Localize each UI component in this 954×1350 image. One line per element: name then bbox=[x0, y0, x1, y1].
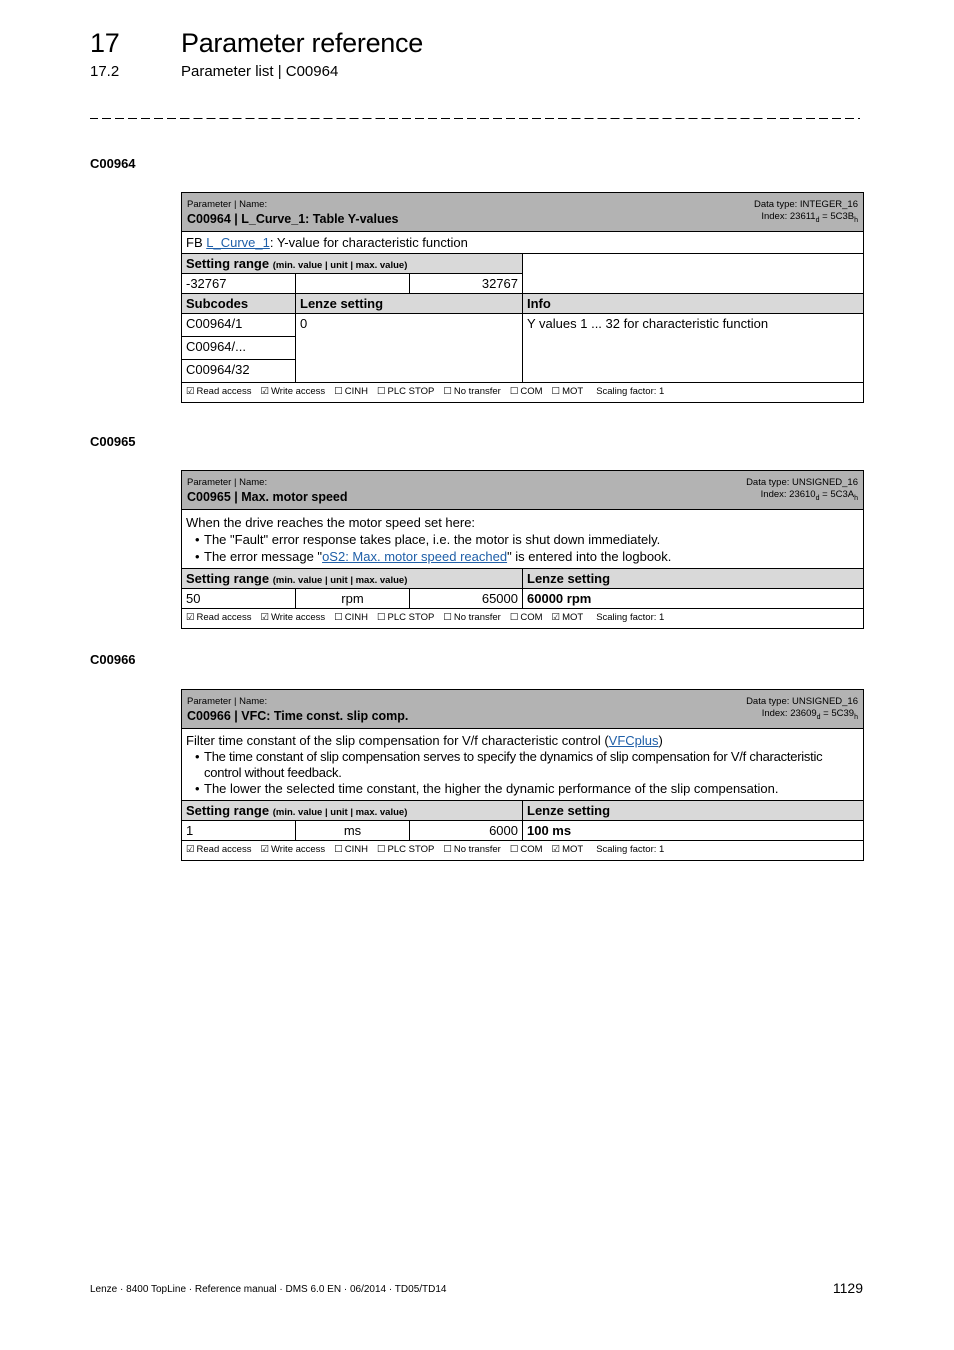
access-flags: ☑ Read access ☑ Write access ☐ CINH ☐ PLC ST… bbox=[182, 841, 863, 860]
param-index: Index: 23610d = 5C3Ah bbox=[760, 489, 858, 502]
flag-write-access: ☑ Write access bbox=[260, 844, 326, 855]
range-max: 65000 bbox=[410, 589, 523, 608]
access-flags: ☑ Read access ☑ Write access ☐ CINH ☐ PLC ST… bbox=[182, 383, 863, 402]
param-index: Index: 23611d = 5C3Bh bbox=[761, 211, 858, 224]
subcode-item: C00964/... bbox=[182, 337, 295, 360]
flag-no-transfer: ☐ No transfer bbox=[443, 844, 501, 855]
data-type: Data type: UNSIGNED_16 bbox=[746, 477, 858, 488]
range-max: 32767 bbox=[410, 274, 523, 293]
subcode-info: Y values 1 ... 32 for characteristic fun… bbox=[527, 316, 769, 331]
flag-read-access: ☑ Read access bbox=[186, 612, 252, 623]
param-name: C00964 | L_Curve_1: Table Y-values bbox=[187, 212, 399, 226]
param-header: Parameter | Name: C00965 | Max. motor sp… bbox=[182, 471, 863, 510]
chapter-title: Parameter reference bbox=[181, 28, 423, 58]
description-bullet: The error message "oS2: Max. motor speed… bbox=[195, 548, 859, 565]
setting-range-header: Setting range (min. value | unit | max. … bbox=[182, 801, 523, 820]
chapter-number: 17 bbox=[90, 28, 120, 58]
range-unit bbox=[296, 274, 410, 293]
flag-mot: ☑ MOT bbox=[551, 844, 584, 855]
os2-error-link[interactable]: oS2: Max. motor speed reached bbox=[322, 549, 507, 564]
flag-plc-stop: ☐ PLC STOP bbox=[376, 612, 435, 623]
section-title: Parameter list | C00964 bbox=[181, 63, 339, 80]
flag-plc-stop: ☐ PLC STOP bbox=[376, 844, 435, 855]
info-header: Info bbox=[527, 296, 551, 311]
flag-mot: ☐ MOT bbox=[551, 386, 584, 397]
flag-no-transfer: ☐ No transfer bbox=[443, 612, 501, 623]
param-heading-c00965: C00965 bbox=[90, 434, 136, 449]
subcode-item: C00964/32 bbox=[186, 362, 250, 377]
param-description: Filter time constant of the slip compens… bbox=[182, 729, 863, 801]
footer-text: Lenze · 8400 TopLine · Reference manual … bbox=[90, 1284, 447, 1295]
flag-write-access: ☑ Write access bbox=[260, 386, 326, 397]
lenze-setting-value: 60000 rpm bbox=[527, 591, 592, 606]
setting-range-header-row: Setting range (min. value | unit | max. … bbox=[182, 801, 863, 821]
flag-cinh: ☐ CINH bbox=[334, 612, 368, 623]
param-table-c00964: Parameter | Name: C00964 | L_Curve_1: Ta… bbox=[181, 192, 864, 403]
range-min: 50 bbox=[182, 589, 296, 608]
param-name-label: Parameter | Name: bbox=[187, 477, 268, 488]
param-name: C00965 | Max. motor speed bbox=[187, 490, 348, 504]
subcodes-header: Subcodes bbox=[182, 294, 296, 313]
subcodes-body: C00964/1 C00964/... C00964/32 0 Y values… bbox=[182, 314, 863, 383]
param-description: When the drive reaches the motor speed s… bbox=[182, 510, 863, 569]
flag-cinh: ☐ CINH bbox=[334, 844, 368, 855]
setting-range-row: 50 rpm 65000 60000 rpm bbox=[182, 589, 863, 609]
setting-range-header-row: Setting range (min. value | unit | max. … bbox=[182, 254, 863, 274]
lenze-setting-header: Lenze setting bbox=[296, 294, 523, 313]
setting-range-row: 1 ms 6000 100 ms bbox=[182, 821, 863, 841]
range-unit: rpm bbox=[296, 589, 410, 608]
setting-range-header: Setting range (min. value | unit | max. … bbox=[182, 569, 523, 588]
header-divider bbox=[90, 118, 860, 119]
data-type: Data type: INTEGER_16 bbox=[753, 199, 858, 210]
subcode-lenze-setting: 0 bbox=[296, 314, 523, 382]
lenze-setting-header: Lenze setting bbox=[527, 803, 611, 818]
subcodes-header-row: Subcodes Lenze setting Info bbox=[182, 294, 863, 314]
param-header: Parameter | Name: C00966 | VFC: Time con… bbox=[182, 690, 863, 729]
vfcplus-link[interactable]: VFCplus bbox=[609, 733, 659, 748]
subcode-item: C00964/1 bbox=[182, 314, 295, 337]
flag-com: ☐ COM bbox=[509, 612, 543, 623]
section-number: 17.2 bbox=[90, 63, 120, 80]
param-table-c00966: Parameter | Name: C00966 | VFC: Time con… bbox=[181, 689, 864, 861]
scaling-factor: Scaling factor: 1 bbox=[596, 844, 665, 855]
param-heading-c00966: C00966 bbox=[90, 652, 136, 667]
setting-range-header-row: Setting range (min. value | unit | max. … bbox=[182, 569, 863, 589]
param-description: FB L_Curve_1: Y-value for characteristic… bbox=[182, 232, 863, 254]
flag-write-access: ☑ Write access bbox=[260, 612, 326, 623]
param-table-c00965: Parameter | Name: C00965 | Max. motor sp… bbox=[181, 470, 864, 629]
flag-com: ☐ COM bbox=[509, 844, 543, 855]
setting-range-row: -32767 32767 bbox=[182, 274, 863, 294]
page-number: 1129 bbox=[832, 1280, 863, 1296]
flag-no-transfer: ☐ No transfer bbox=[443, 386, 501, 397]
description-bullet: The time constant of slip compensation s… bbox=[195, 749, 859, 781]
param-heading-c00964: C00964 bbox=[90, 156, 136, 171]
flag-mot: ☑ MOT bbox=[551, 612, 584, 623]
range-min: -32767 bbox=[182, 274, 296, 293]
access-flags: ☑ Read access ☑ Write access ☐ CINH ☐ PLC ST… bbox=[182, 609, 863, 628]
description-bullet: The lower the selected time constant, th… bbox=[195, 781, 859, 797]
range-max: 6000 bbox=[410, 821, 523, 840]
flag-read-access: ☑ Read access bbox=[186, 386, 252, 397]
lenze-setting-value: 100 ms bbox=[527, 823, 572, 838]
range-unit: ms bbox=[296, 821, 410, 840]
scaling-factor: Scaling factor: 1 bbox=[596, 612, 665, 623]
l-curve-1-link[interactable]: L_Curve_1 bbox=[206, 235, 270, 250]
flag-plc-stop: ☐ PLC STOP bbox=[376, 386, 435, 397]
data-type: Data type: UNSIGNED_16 bbox=[746, 696, 858, 707]
scaling-factor: Scaling factor: 1 bbox=[596, 386, 665, 397]
flag-read-access: ☑ Read access bbox=[186, 844, 252, 855]
description-bullet: The "Fault" error response takes place, … bbox=[195, 531, 859, 548]
empty-cell bbox=[523, 254, 863, 274]
param-name: C00966 | VFC: Time const. slip comp. bbox=[187, 709, 409, 723]
subcode-list: C00964/1 C00964/... C00964/32 bbox=[182, 314, 296, 382]
param-header: Parameter | Name: C00964 | L_Curve_1: Ta… bbox=[182, 193, 863, 232]
lenze-setting-header: Lenze setting bbox=[527, 571, 611, 586]
flag-com: ☐ COM bbox=[509, 386, 543, 397]
range-min: 1 bbox=[182, 821, 296, 840]
param-index: Index: 23609d = 5C39h bbox=[761, 708, 858, 721]
flag-cinh: ☐ CINH bbox=[334, 386, 368, 397]
setting-range-header: Setting range (min. value | unit | max. … bbox=[182, 254, 523, 274]
param-name-label: Parameter | Name: bbox=[187, 199, 268, 210]
param-name-label: Parameter | Name: bbox=[187, 696, 268, 707]
